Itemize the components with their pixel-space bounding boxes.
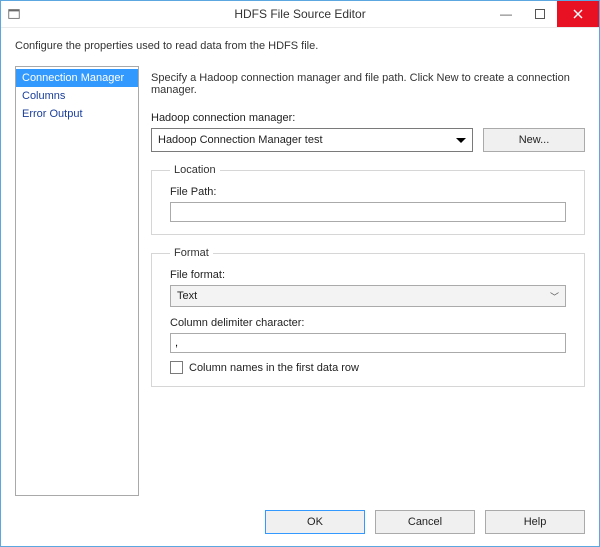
- new-button[interactable]: New...: [483, 128, 585, 152]
- sidebar-item-label: Columns: [22, 90, 65, 102]
- new-button-label: New...: [519, 134, 550, 146]
- file-format-label: File format:: [170, 269, 566, 281]
- dialog-description: Configure the properties used to read da…: [1, 28, 599, 58]
- chevron-down-icon: [456, 138, 466, 143]
- first-row-checkbox[interactable]: Column names in the first data row: [170, 361, 566, 374]
- format-legend: Format: [170, 247, 213, 259]
- ok-button-label: OK: [307, 516, 323, 528]
- checkbox-box: [170, 361, 183, 374]
- file-format-value: Text: [177, 290, 550, 302]
- conn-manager-value: Hadoop Connection Manager test: [158, 134, 456, 146]
- sidebar-item-label: Error Output: [22, 108, 83, 120]
- help-button-label: Help: [524, 516, 547, 528]
- page-list: Connection Manager Columns Error Output: [15, 66, 139, 496]
- delimiter-input[interactable]: [170, 333, 566, 353]
- conn-manager-label: Hadoop connection manager:: [151, 112, 585, 124]
- file-path-label: File Path:: [170, 186, 566, 198]
- instruction-text: Specify a Hadoop connection manager and …: [151, 72, 585, 96]
- window-title: HDFS File Source Editor: [1, 7, 599, 21]
- cancel-button[interactable]: Cancel: [375, 510, 475, 534]
- sidebar-item-label: Connection Manager: [22, 72, 124, 84]
- format-group: Format File format: Text ﹀ Column delimi…: [151, 247, 585, 387]
- location-legend: Location: [170, 164, 220, 176]
- main-panel: Specify a Hadoop connection manager and …: [151, 66, 585, 500]
- title-bar: HDFS File Source Editor —: [1, 1, 599, 28]
- ok-button[interactable]: OK: [265, 510, 365, 534]
- sidebar-item-columns[interactable]: Columns: [16, 87, 138, 105]
- dialog-window: HDFS File Source Editor — Configure the …: [0, 0, 600, 547]
- file-format-select[interactable]: Text ﹀: [170, 285, 566, 307]
- sidebar-item-error-output[interactable]: Error Output: [16, 105, 138, 123]
- cancel-button-label: Cancel: [408, 516, 442, 528]
- delimiter-label: Column delimiter character:: [170, 317, 566, 329]
- checkbox-label: Column names in the first data row: [189, 362, 359, 374]
- conn-manager-dropdown[interactable]: Hadoop Connection Manager test: [151, 128, 473, 152]
- dialog-footer: OK Cancel Help: [1, 500, 599, 546]
- chevron-down-icon: ﹀: [550, 290, 559, 303]
- dialog-body: Connection Manager Columns Error Output …: [1, 58, 599, 500]
- sidebar-item-connection-manager[interactable]: Connection Manager: [16, 69, 138, 87]
- help-button[interactable]: Help: [485, 510, 585, 534]
- location-group: Location File Path:: [151, 164, 585, 235]
- file-path-input[interactable]: [170, 202, 566, 222]
